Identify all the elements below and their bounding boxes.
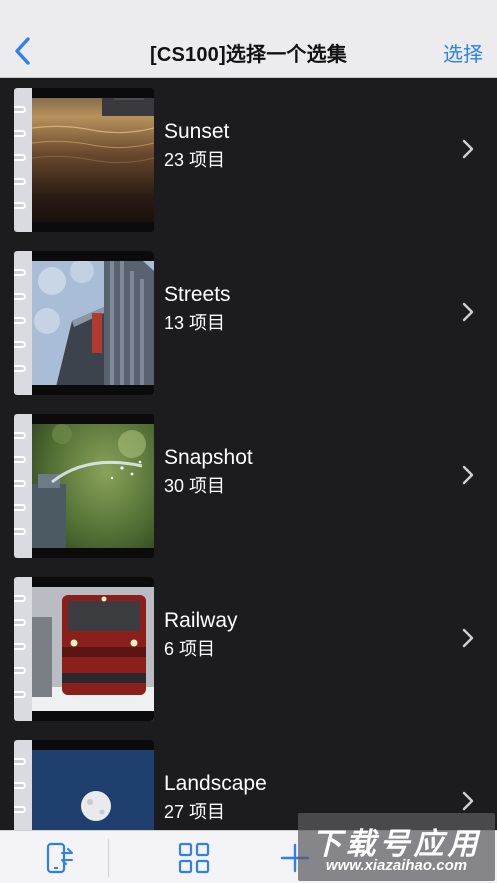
binder-ring [14,806,26,813]
binder-ring [14,154,26,161]
binder-ring [14,595,26,602]
album-list[interactable]: Sunset 23 项目 Streets 13 项目 Snapshot 30 项… [0,78,497,830]
chevron-right-icon [462,791,474,811]
transfer-icon [46,842,73,874]
album-count: 27 项目 [164,802,226,822]
grid-icon [178,842,210,874]
album-thumbnail [14,740,154,830]
album-thumbnail [14,251,154,395]
album-row-snapshot[interactable]: Snapshot 30 项目 [0,404,497,567]
film-strip [32,548,154,558]
album-count: 13 项目 [164,313,226,333]
binder-ring [14,782,26,789]
film-strip [32,222,154,232]
film-strip [32,385,154,395]
binder-ring [14,178,26,185]
chevron-right-icon [462,302,474,322]
binder-ring [14,341,26,348]
select-button[interactable]: 选择 [443,38,483,67]
film-strip [32,711,154,721]
navigation-bar: [CS100]选择一个选集 选择 [0,0,497,78]
film-strip [32,414,154,424]
binder-ring [14,130,26,137]
binder-ring [14,202,26,209]
sunset-photo [32,88,154,232]
toolbar-divider [108,839,109,877]
binder-ring [14,667,26,674]
landscape-photo [32,740,154,830]
album-title: Snapshot [164,446,253,469]
album-count: 30 项目 [164,476,226,496]
binder-ring [14,528,26,535]
binder-spine [14,251,32,395]
album-row-streets[interactable]: Streets 13 项目 [0,241,497,404]
binder-ring [14,619,26,626]
binder-spine [14,577,32,721]
album-count: 23 项目 [164,150,226,170]
transfer-button[interactable] [42,841,76,875]
binder-ring [14,758,26,765]
album-thumbnail [14,577,154,721]
film-strip [32,740,154,750]
album-title: Landscape [164,772,267,795]
grid-view-button[interactable] [177,841,211,875]
watermark: 下载号应用 www.xiazaihao.com [298,813,495,881]
film-strip [32,251,154,261]
album-thumbnail [14,88,154,232]
binder-ring [14,456,26,463]
binder-spine [14,740,32,830]
album-count: 6 项目 [164,639,216,659]
binder-spine [14,414,32,558]
binder-spine [14,88,32,232]
chevron-right-icon [462,465,474,485]
binder-ring [14,504,26,511]
album-thumbnail [14,414,154,558]
binder-ring [14,365,26,372]
binder-ring [14,691,26,698]
binder-ring [14,317,26,324]
chevron-right-icon [462,628,474,648]
album-row-sunset[interactable]: Sunset 23 项目 [0,78,497,241]
chevron-right-icon [462,139,474,159]
page-title: [CS100]选择一个选集 [149,44,348,66]
snapshot-photo [32,414,154,558]
streets-photo [32,251,154,395]
film-strip [32,88,154,98]
binder-ring [14,269,26,276]
binder-ring [14,432,26,439]
watermark-url: www.xiazaihao.com [325,857,468,874]
album-row-railway[interactable]: Railway 6 项目 [0,567,497,730]
railway-photo [32,577,154,721]
binder-ring [14,643,26,650]
binder-ring [14,106,26,113]
album-title: Railway [164,609,238,632]
binder-ring [14,293,26,300]
binder-ring [14,480,26,487]
album-title: Sunset [164,120,230,143]
film-strip [32,577,154,587]
album-title: Streets [164,283,231,306]
